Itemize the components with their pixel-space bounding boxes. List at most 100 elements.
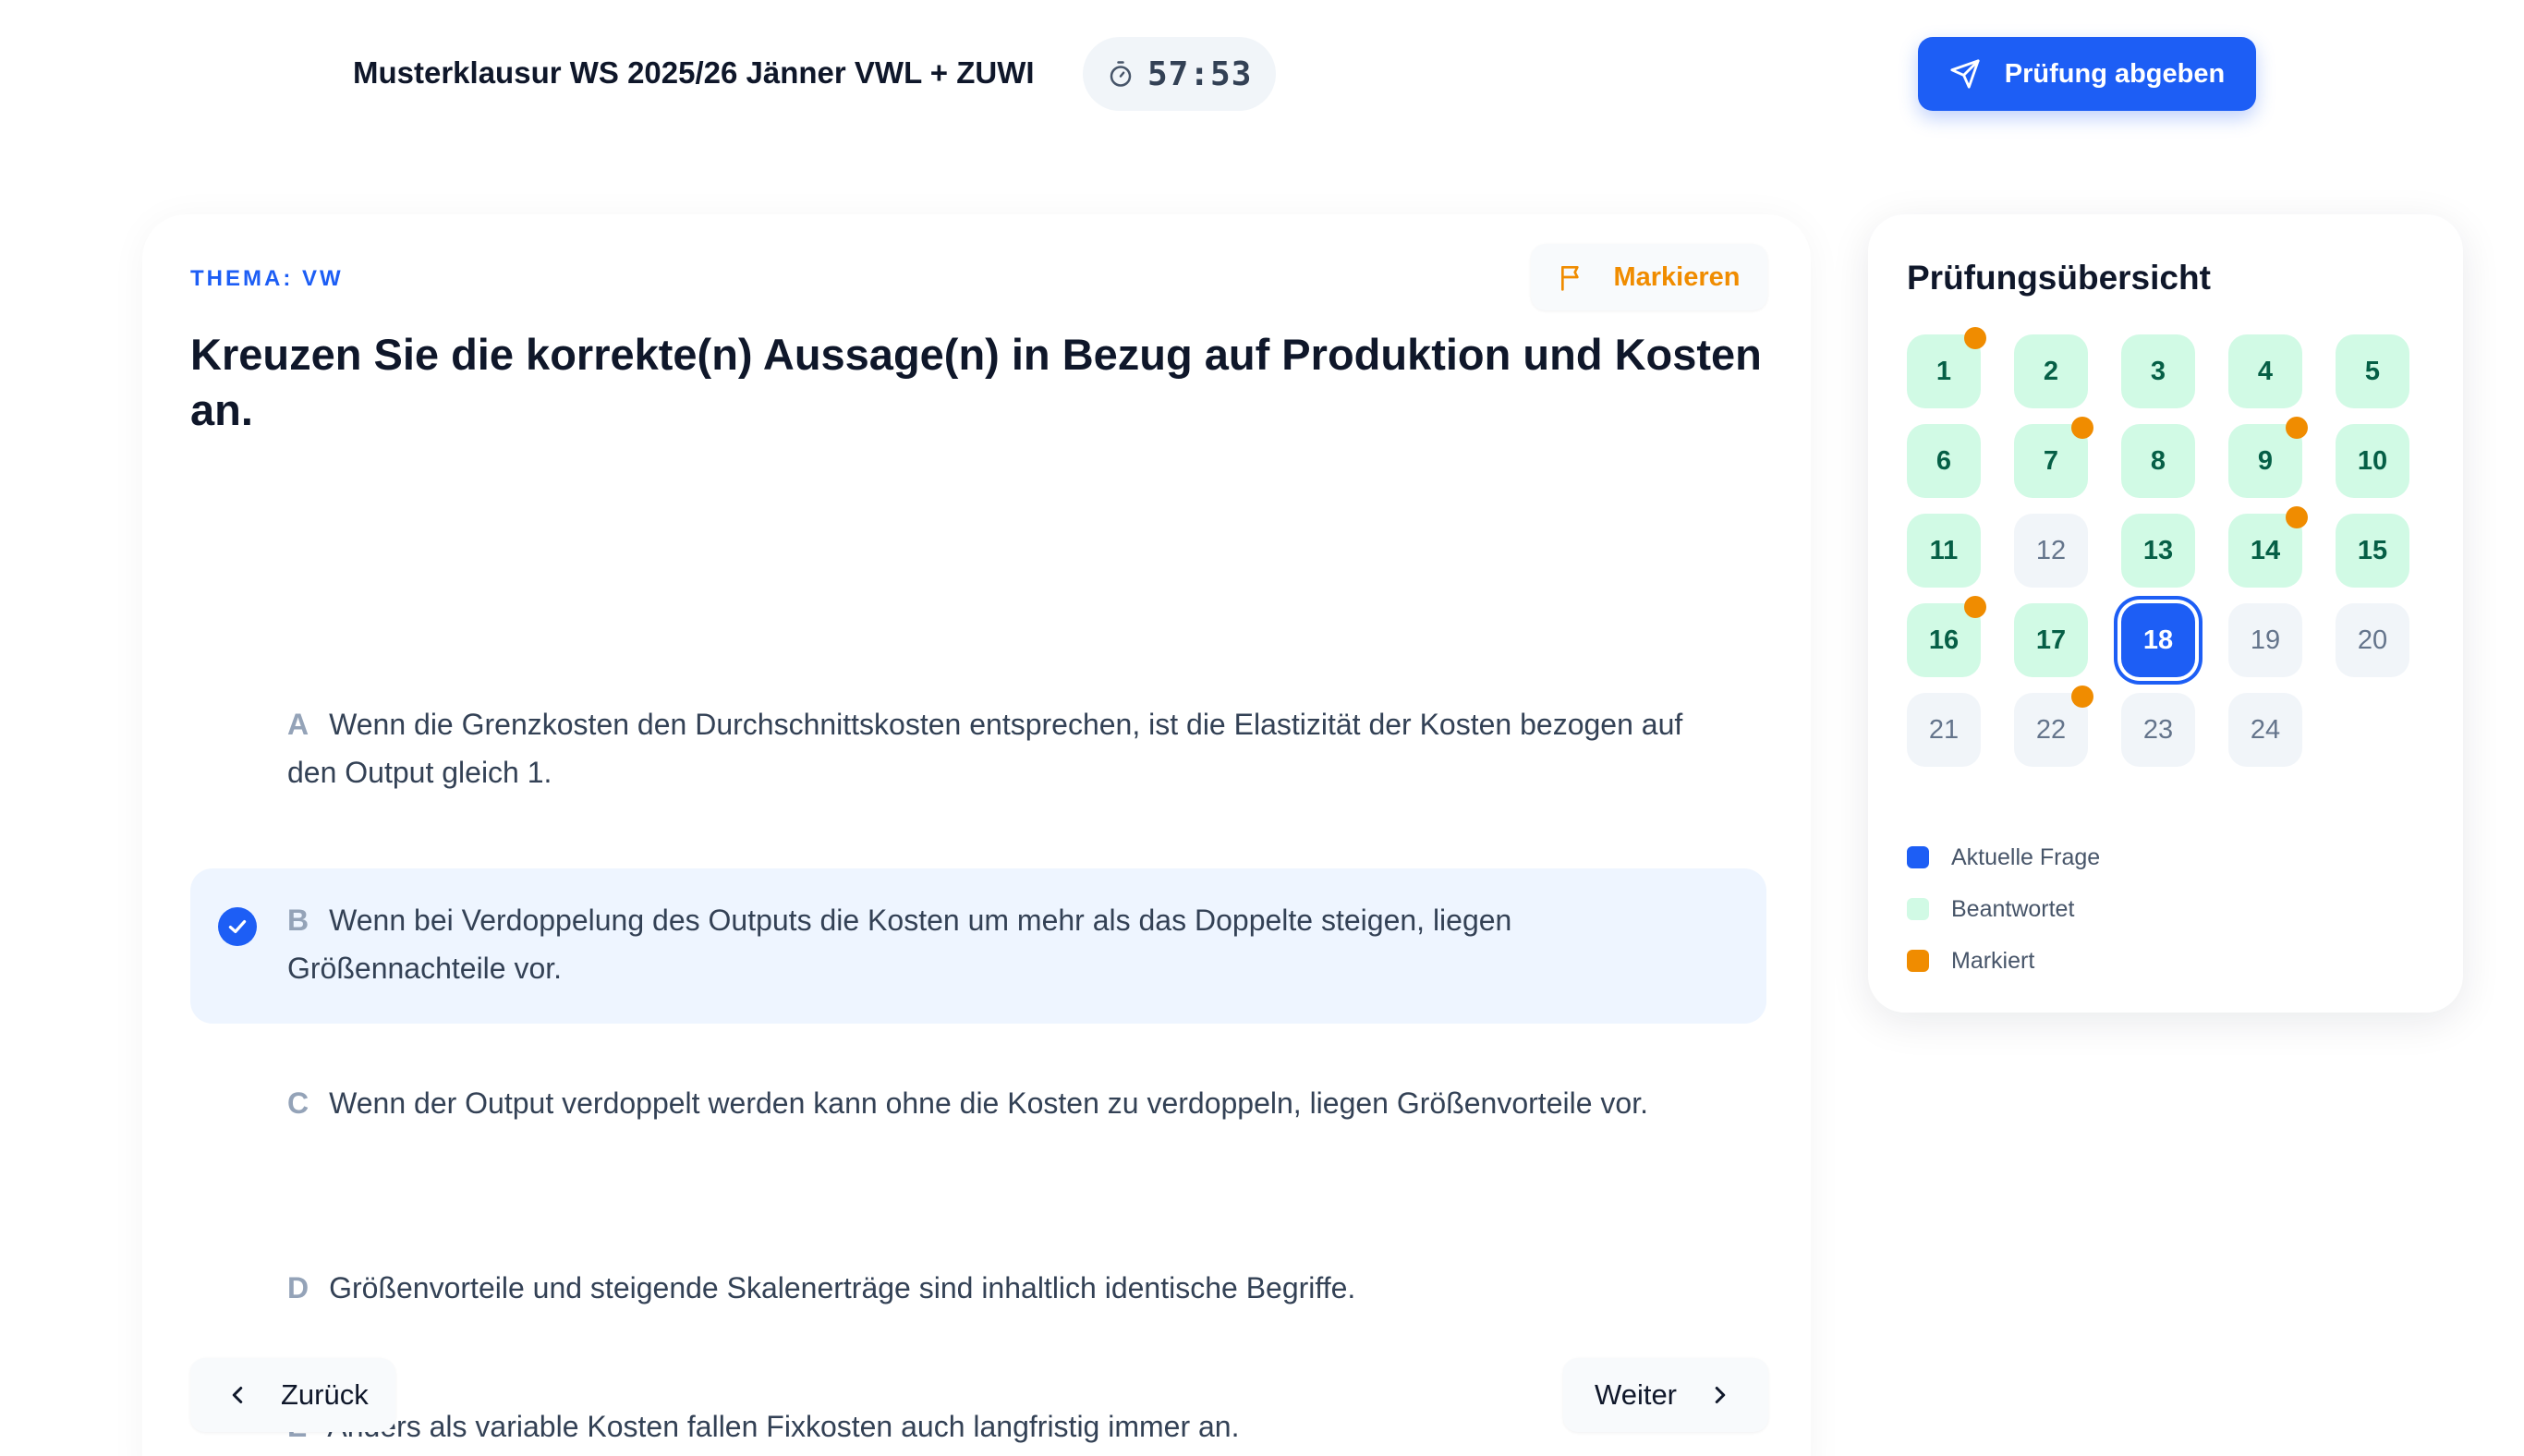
question-nav-6[interactable]: 6 [1907,424,1981,498]
back-button[interactable]: Zurück [190,1358,395,1432]
question-number: 20 [2357,625,2388,655]
question-nav-17[interactable]: 17 [2014,603,2088,677]
legend-item: Beantwortet [1907,883,2100,935]
question-number: 17 [2035,625,2067,655]
question-nav-8[interactable]: 8 [2121,424,2195,498]
question-nav-10[interactable]: 10 [2336,424,2409,498]
mark-question-label: Markieren [1613,261,1741,292]
question-nav-5[interactable]: 5 [2336,334,2409,408]
option-text: Wenn der Output verdoppelt werden kann o… [329,1086,1648,1120]
question-nav-11[interactable]: 11 [1907,514,1981,588]
question-grid: 1 2 3 4 5 6 7 8 9 10 11 12 13 14 15 16 17 18 19 20 21 22 23 24 [1907,327,2424,769]
question-number: 6 [1935,445,1952,476]
legend-swatch [1907,898,1929,920]
legend-swatch [1907,846,1929,868]
legend-label: Markiert [1951,947,2035,974]
next-button[interactable]: Weiter [1563,1358,1768,1432]
question-nav-1[interactable]: 1 [1907,327,1986,408]
option-content: B Wenn bei Verdoppelung des Outputs die K… [287,896,1729,992]
question-nav-3[interactable]: 3 [2121,334,2195,408]
legend-item: Markiert [1907,935,2100,987]
next-label: Weiter [1595,1378,1678,1411]
question-nav-2[interactable]: 2 [2014,334,2088,408]
legend-item: Aktuelle Frage [1907,831,2100,883]
back-label: Zurück [281,1378,369,1411]
question-nav-20[interactable]: 20 [2336,603,2409,677]
question-nav-16[interactable]: 16 [1907,596,1986,677]
question-number: 10 [2357,445,2388,476]
marked-dot [1964,596,1986,618]
question-topic: THEMA: VW [190,266,344,291]
overview-legend: Aktuelle Frage Beantwortet Markiert [1907,831,2100,987]
question-number: 7 [2043,445,2059,476]
legend-label: Aktuelle Frage [1951,843,2101,870]
option-content: D Größenvorteile und steigende Skalenertr… [287,1264,1729,1312]
question-number: 19 [2250,625,2281,655]
question-number: 2 [2043,356,2059,386]
option-b[interactable]: B Wenn bei Verdoppelung des Outputs die K… [190,868,1766,1024]
header-bar: Musterklausur WS 2025/26 Jänner VWL + ZU… [0,0,2524,148]
option-a[interactable]: A Wenn die Grenzkosten den Durchschnittsk… [190,676,1766,820]
question-nav-13[interactable]: 13 [2121,514,2195,588]
option-text: Wenn bei Verdoppelung des Outputs die Ko… [287,904,1512,985]
legend-label: Beantwortet [1951,895,2075,922]
stopwatch-icon [1107,60,1135,88]
question-nav-15[interactable]: 15 [2336,514,2409,588]
question-number: 5 [2364,356,2381,386]
question-nav-23[interactable]: 23 [2121,693,2195,767]
chevron-left-icon [224,1381,251,1409]
question-nav-7[interactable]: 7 [2014,417,2093,498]
question-number: 4 [2257,356,2274,386]
question-number: 15 [2357,535,2388,565]
question-number: 21 [1928,714,1960,745]
option-letter: B [287,904,309,937]
question-number: 13 [2142,535,2174,565]
question-nav-4[interactable]: 4 [2228,334,2302,408]
question-number: 16 [1928,625,1960,655]
option-text: Wenn die Grenzkosten den Durchschnittsko… [287,708,1683,789]
send-icon [1949,58,1981,90]
option-letter: C [287,1086,309,1120]
question-number: 18 [2142,625,2174,655]
marked-dot [1964,327,1986,349]
question-nav-19[interactable]: 19 [2228,603,2302,677]
question-number: 12 [2035,535,2067,565]
question-card: THEMA: VW Markieren Kreuzen Sie die korr… [142,214,1811,1456]
mark-question-button[interactable]: Markieren [1531,244,1767,310]
option-text: Anders als variable Kosten fallen Fixkos… [327,1410,1240,1443]
question-nav-24[interactable]: 24 [2228,693,2302,767]
option-d[interactable]: D Größenvorteile und steigende Skalenertr… [190,1242,1766,1338]
option-letter: D [287,1271,309,1304]
marked-dot [2071,686,2093,708]
exam-overview-panel: Prüfungsübersicht 1 2 3 4 5 6 7 8 9 10 11 12 13 14 15 1… [1868,214,2463,1013]
question-number: 3 [2150,356,2166,386]
question-nav-9[interactable]: 9 [2228,417,2308,498]
question-text: Kreuzen Sie die korrekte(n) Aussage(n) i… [190,330,1762,434]
question-nav-21[interactable]: 21 [1907,693,1981,767]
option-content: C Wenn der Output verdoppelt werden kann … [287,1079,1729,1127]
legend-swatch [1907,950,1929,972]
submit-exam-label: Prüfung abgeben [2004,58,2226,89]
question-nav-12[interactable]: 12 [2014,514,2088,588]
question-nav-18[interactable]: 18 [2121,603,2195,677]
option-content: A Wenn die Grenzkosten den Durchschnittsk… [287,700,1729,796]
marked-dot [2286,417,2308,439]
option-content: EAnders als variable Kosten fallen Fixko… [287,1402,1729,1450]
flag-icon [1558,262,1587,292]
option-e[interactable]: EAnders als variable Kosten fallen Fixko… [190,1380,1766,1456]
question-number: 24 [2250,714,2281,745]
chevron-right-icon [1706,1381,1734,1409]
timer-text: 57:53 [1147,55,1253,93]
timer-badge: 57:53 [1083,37,1277,111]
submit-exam-button[interactable]: Prüfung abgeben [1918,37,2256,111]
question-number: 11 [1929,535,1959,565]
question-number: 8 [2150,445,2166,476]
option-text: Größenvorteile und steigende Skalenerträ… [329,1271,1356,1304]
question-number: 1 [1935,356,1952,386]
question-number: 14 [2250,535,2281,565]
question-number: 22 [2035,714,2067,745]
option-c[interactable]: C Wenn der Output verdoppelt werden kann … [190,1055,1766,1199]
question-nav-22[interactable]: 22 [2014,686,2093,767]
option-letter: A [287,708,309,741]
question-nav-14[interactable]: 14 [2228,506,2308,588]
